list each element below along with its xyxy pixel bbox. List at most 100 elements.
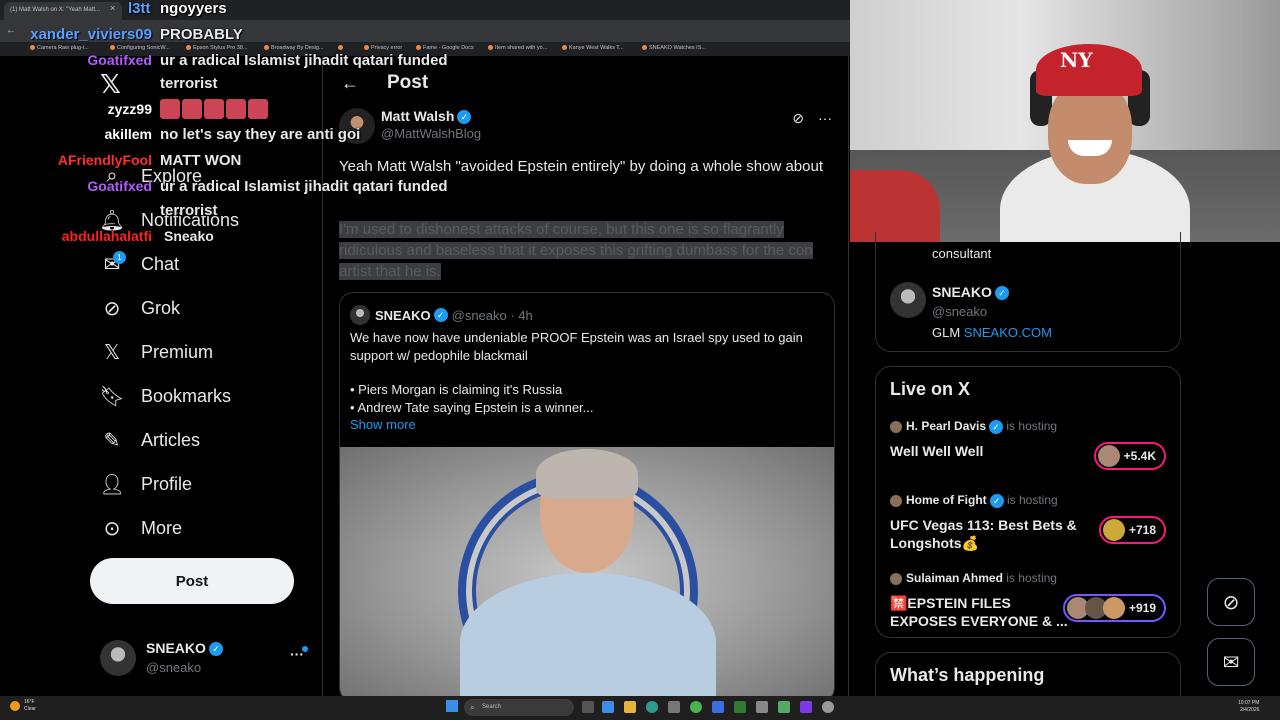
post-text: Yeah Matt Walsh "avoided Epstein entirel… [339, 158, 823, 175]
post-text-selected: I'm used to dishonest attacks of course,… [339, 219, 839, 282]
browser-tab[interactable]: (1) Matt Walsh on X: "Yeah Matt... [4, 2, 122, 20]
weather-widget[interactable]: 16°F Clear [24, 699, 36, 713]
avatar [1102, 519, 1125, 541]
bookmark[interactable]: Camera Raw plug-i... [30, 45, 89, 51]
sidebar-item-articles[interactable]: ✎ Articles [100, 426, 200, 454]
live-host[interactable]: Sulaiman Ahmed is hosting [890, 571, 1057, 585]
edge-icon[interactable] [646, 701, 658, 713]
more-icon[interactable]: ··· [818, 110, 832, 127]
tab-close-icon[interactable]: × [110, 3, 115, 13]
emote-icon [160, 99, 180, 119]
sidebar-item-bookmarks[interactable]: 🔖︎ Bookmarks [99, 382, 232, 410]
account-switcher[interactable]: SNEAKO ✓ @sneako ··· [100, 638, 310, 678]
profile-bio: GLM SNEAKO.COM [932, 325, 1052, 340]
bookmark[interactable]: SNEAKO Watches IS... [642, 45, 706, 51]
ny-logo-icon: NY [1060, 48, 1093, 72]
grok-icon[interactable]: ⊘ [1207, 578, 1255, 626]
selected-line: I'm used to dishonest attacks of course,… [339, 221, 784, 238]
bookmark[interactable]: Item shared with yo... [488, 45, 547, 51]
bookmark[interactable]: Epson Stylus Pro 38... [186, 45, 247, 51]
avatar [100, 640, 136, 676]
person-hair [536, 449, 638, 499]
live-title: Live on X [890, 379, 971, 399]
overlay-user: l3tt [128, 0, 151, 17]
bookmark[interactable]: Fame - Google Docs [416, 45, 474, 51]
sidebar-item-premium[interactable]: 𝕏 Premium [100, 338, 213, 366]
clock-date: 2/4/2026 [1239, 707, 1260, 713]
live-title-text[interactable]: 🈲EPSTEIN FILES EXPOSES EVERYONE & ... [890, 594, 1080, 630]
emote-icon [226, 99, 246, 119]
live-host[interactable]: H. Pearl Davis ✓ is hosting [890, 419, 1057, 434]
live-title-text[interactable]: Well Well Well [890, 442, 1080, 460]
chat-message: ur a radical Islamist jihadit qatari fun… [160, 52, 448, 69]
bio-link[interactable]: SNEAKO.COM [964, 325, 1052, 340]
mail-icon[interactable]: ✉ [1207, 638, 1255, 686]
emote-icon [248, 99, 268, 119]
quote-image[interactable] [340, 447, 834, 696]
verified-icon: ✓ [989, 493, 1004, 508]
chrome-icon[interactable] [822, 701, 834, 713]
bio-text: consultant [932, 246, 992, 261]
listener-count: +919 [1128, 601, 1156, 615]
app-icon[interactable] [778, 701, 790, 713]
bookmark[interactable] [338, 45, 345, 51]
app-icon[interactable] [800, 701, 812, 713]
sidebar-item-grok[interactable]: ⊘ Grok [100, 294, 180, 322]
folder-icon[interactable] [624, 701, 636, 713]
chat-message: MATT WON [160, 152, 242, 169]
bookmark[interactable]: Broadway By Desig... [264, 45, 324, 51]
more-icon: ⊙ [103, 517, 121, 540]
bookmark[interactable]: Configuring SonicW... [110, 45, 170, 51]
post-button[interactable]: Post [90, 558, 294, 604]
browser-back-icon[interactable]: ← [6, 25, 16, 36]
avatar [350, 305, 370, 325]
bookmark[interactable]: Privacy error [364, 45, 402, 51]
avatar [1102, 597, 1125, 619]
live-listener-pill[interactable]: +5.4K [1093, 442, 1166, 470]
live-host[interactable]: Home of Fight ✓ is hosting [890, 493, 1058, 508]
bookmark[interactable]: Kanye West Walks T... [562, 45, 624, 51]
host-name: Sulaiman Ahmed [906, 571, 1003, 585]
sidebar-item-label: Bookmarks [141, 385, 232, 406]
task-view-icon[interactable] [582, 701, 594, 713]
selected-line: artist that he is. [339, 263, 441, 280]
quote-author-name: SNEAKO [375, 307, 431, 323]
grok-icon[interactable]: ⊘ [792, 110, 804, 127]
sidebar-item-chat[interactable]: ✉ Chat [100, 250, 179, 278]
quoted-post[interactable]: SNEAKO ✓ @sneako · 4h We have now have u… [339, 292, 835, 696]
live-title-text[interactable]: UFC Vegas 113: Best Bets & Longshots💰 [890, 516, 1080, 552]
sidebar-item-more[interactable]: ⊙ More [100, 514, 182, 542]
live-listener-pill[interactable]: +718 [1098, 516, 1166, 544]
app-icon[interactable] [668, 701, 680, 713]
bookmark-icon: 🔖︎ [99, 385, 125, 408]
verified-icon: ✓ [208, 642, 223, 657]
app-icon[interactable] [756, 701, 768, 713]
grok-icon: ⊘ [103, 297, 121, 320]
show-more-link[interactable]: Show more [350, 417, 416, 432]
webcam-feed: NY [850, 0, 1280, 242]
quote-header: SNEAKO ✓ @sneako · 4h [350, 305, 533, 325]
author-name[interactable]: Matt Walsh [381, 108, 454, 124]
back-arrow-icon[interactable]: ← [341, 73, 365, 94]
chrome-icon[interactable] [690, 701, 702, 713]
article-icon: ✎ [103, 429, 121, 452]
who-to-follow-card: consultant SNEAKO ✓ @sneako GLM SNEAKO.CO… [875, 232, 1181, 352]
verified-icon: ✓ [989, 419, 1004, 434]
profile-name-row[interactable]: SNEAKO ✓ [932, 284, 1009, 301]
x-logo-icon[interactable]: 𝕏 [100, 71, 126, 97]
verified-icon: ✓ [457, 110, 472, 125]
live-listener-pill[interactable]: +919 [1062, 594, 1166, 622]
windows-start-icon[interactable] [446, 700, 458, 712]
taskbar-search[interactable]: Search [464, 699, 574, 716]
post-author[interactable]: Matt Walsh ✓ @MattWalshBlog [339, 108, 481, 144]
avatar[interactable] [890, 282, 926, 318]
taskbar-clock[interactable]: 10:07 PM 2/4/2026 [1238, 700, 1259, 714]
app-icon[interactable] [602, 701, 614, 713]
host-suffix: is hosting [1006, 419, 1058, 433]
taskbar: 16°F Clear Search ⌕ 10:07 PM 2/4/2026 [0, 696, 1280, 720]
chat-message: ur a radical Islamist jihadit qatari fun… [160, 178, 448, 195]
app-icon[interactable] [712, 701, 724, 713]
excel-icon[interactable] [734, 701, 746, 713]
author-handle[interactable]: @MattWalshBlog [381, 126, 481, 141]
sidebar-item-profile[interactable]: 👤︎ Profile [99, 470, 192, 498]
